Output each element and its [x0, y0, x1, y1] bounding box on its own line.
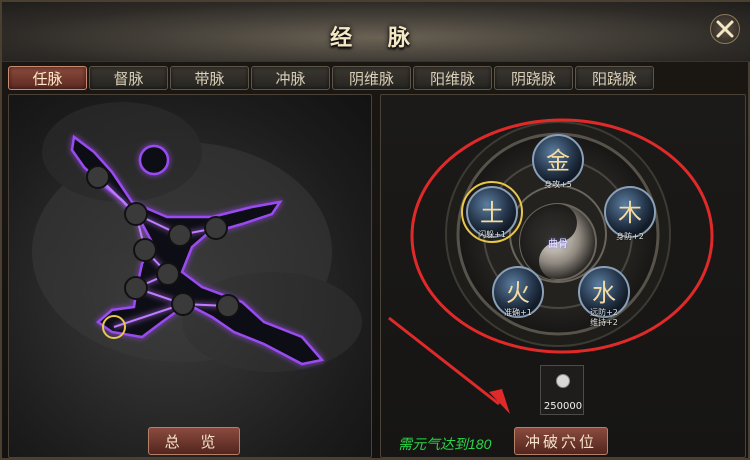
water-stat-1: 远防+2 [590, 308, 618, 317]
metal-glyph: 金 [546, 147, 570, 175]
silver-coin-icon [556, 374, 570, 388]
five-element-wheel: 金 木 水 火 土 [388, 118, 714, 414]
element-wood-button[interactable]: 木 [604, 186, 656, 238]
breakthrough-button[interactable]: 冲破穴位 [514, 427, 608, 455]
water-glyph: 水 [592, 279, 616, 307]
requirement-text: 需元气达到180 [398, 436, 492, 452]
cost-value: 250000 [543, 401, 583, 412]
earth-stat: 闪躲+1 [478, 230, 506, 239]
acupoint-name: 曲骨 [548, 239, 568, 250]
metal-stat: 身攻+5 [544, 180, 572, 189]
fire-stat: 准确+1 [504, 308, 532, 317]
earth-glyph: 土 [480, 199, 504, 227]
meridian-window: 经 脉 任脉 督脉 带脉 冲脉 阴维脉 阳维脉 阴跷脉 阳跷脉 金 木 水 火 … [0, 0, 750, 460]
wood-glyph: 木 [618, 199, 642, 227]
fire-glyph: 火 [506, 279, 530, 307]
overview-button[interactable]: 总 览 [148, 427, 240, 455]
element-metal-button[interactable]: 金 [532, 134, 584, 186]
wood-stat: 身防+2 [616, 232, 644, 241]
annotation-arrow [388, 316, 510, 414]
water-stat-2: 维持+2 [590, 318, 618, 327]
